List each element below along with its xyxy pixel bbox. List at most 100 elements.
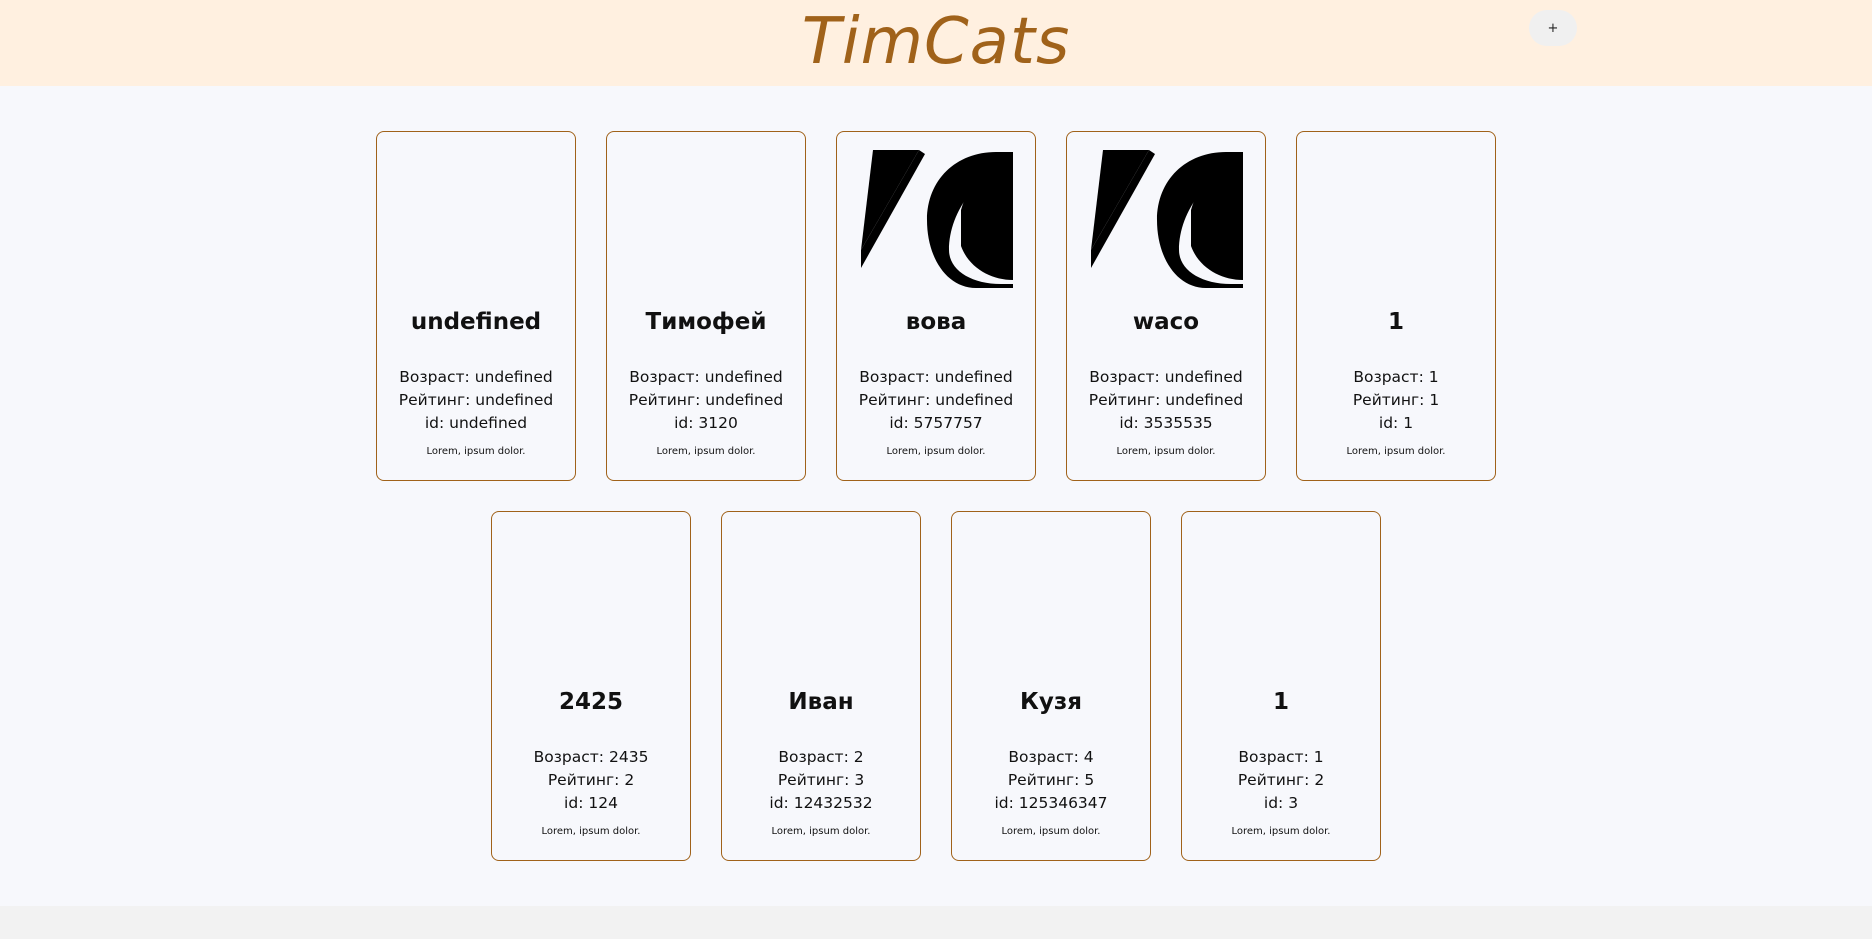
cat-rating-label: Рейтинг:	[858, 391, 931, 409]
cat-id-label: id:	[889, 414, 909, 432]
cat-age-label: Возраст:	[629, 368, 700, 386]
cat-name: 1	[1387, 309, 1404, 335]
cat-age-label: Возраст:	[399, 368, 470, 386]
cat-details: Возраст: 2 Рейтинг: 3 id: 12432532	[722, 746, 920, 815]
cat-id-value: 1	[1403, 414, 1414, 432]
cat-photo	[516, 530, 668, 668]
cat-name: undefined	[410, 309, 542, 335]
cat-age-value: undefined	[934, 368, 1013, 386]
cat-age-value: undefined	[704, 368, 783, 386]
cat-age-label: Возраст:	[778, 748, 849, 766]
cat-age-line: Возраст: 4	[952, 746, 1150, 769]
cat-age-line: Возраст: 2435	[492, 746, 690, 769]
site-header: TimCats +	[0, 0, 1872, 86]
cat-rating-label: Рейтинг:	[1088, 391, 1161, 409]
cat-card[interactable]: 2425 Возраст: 2435 Рейтинг: 2 id: 124 Lo…	[491, 511, 691, 861]
cat-rating-label: Рейтинг:	[1007, 771, 1080, 789]
cat-rating-label: Рейтинг:	[1352, 391, 1425, 409]
cat-age-line: Возраст: 1	[1182, 746, 1380, 769]
cat-id-line: id: 5757757	[837, 412, 1035, 435]
cat-photo	[1321, 150, 1473, 288]
cat-id-label: id:	[564, 794, 584, 812]
cat-age-label: Возраст:	[1008, 748, 1079, 766]
cat-id-line: id: 3	[1182, 792, 1380, 815]
cat-rating-value: undefined	[935, 391, 1014, 409]
cat-card[interactable]: 1 Возраст: 1 Рейтинг: 1 id: 1 Lorem, ips…	[1296, 131, 1496, 481]
cat-name: Иван	[788, 689, 854, 715]
cat-card[interactable]: waco Возраст: undefined Рейтинг: undefin…	[1066, 131, 1266, 481]
cat-age-value: 2	[853, 748, 864, 766]
cat-rating-label: Рейтинг:	[628, 391, 701, 409]
cat-id-value: 125346347	[1018, 794, 1108, 812]
cat-id-label: id:	[1378, 414, 1399, 432]
cat-photo	[401, 150, 553, 288]
cat-description: Lorem, ipsum dolor.	[1346, 446, 1446, 457]
cat-description: Lorem, ipsum dolor.	[1231, 826, 1331, 837]
cat-details: Возраст: undefined Рейтинг: undefined id…	[1067, 366, 1265, 435]
cat-details: Возраст: undefined Рейтинг: undefined id…	[837, 366, 1035, 435]
cat-name: waco	[1132, 309, 1200, 335]
cat-id-label: id:	[994, 794, 1014, 812]
cat-details: Возраст: 4 Рейтинг: 5 id: 125346347	[952, 746, 1150, 815]
cat-age-value: undefined	[474, 368, 553, 386]
cat-rating-label: Рейтинг:	[777, 771, 850, 789]
cat-age-value: 2435	[608, 748, 649, 766]
cat-id-value: 3535535	[1143, 414, 1213, 432]
cat-rating-line: Рейтинг: 1	[1297, 389, 1495, 412]
cat-age-label: Возраст:	[859, 368, 930, 386]
cat-id-label: id:	[1119, 414, 1139, 432]
cat-age-value: 1	[1428, 368, 1439, 386]
cat-card[interactable]: Тимофей Возраст: undefined Рейтинг: unde…	[606, 131, 806, 481]
cat-photo	[1206, 530, 1358, 668]
cat-age-line: Возраст: undefined	[377, 366, 575, 389]
cat-rating-value: 3	[854, 771, 865, 789]
cat-card[interactable]: Кузя Возраст: 4 Рейтинг: 5 id: 125346347…	[951, 511, 1151, 861]
cat-age-line: Возраст: undefined	[607, 366, 805, 389]
add-cat-button[interactable]: +	[1529, 10, 1577, 46]
cat-rating-value: 5	[1084, 771, 1095, 789]
cat-age-line: Возраст: 1	[1297, 366, 1495, 389]
cat-name: 2425	[558, 689, 623, 715]
cat-details: Возраст: undefined Рейтинг: undefined id…	[377, 366, 575, 435]
cat-rating-line: Рейтинг: undefined	[837, 389, 1035, 412]
cat-id-value: 5757757	[913, 414, 983, 432]
cat-card[interactable]: вова Возраст: undefined Рейтинг: undefin…	[836, 131, 1036, 481]
cat-description: Lorem, ipsum dolor.	[1116, 446, 1216, 457]
main-content: undefined Возраст: undefined Рейтинг: un…	[0, 86, 1872, 906]
cat-card[interactable]: undefined Возраст: undefined Рейтинг: un…	[376, 131, 576, 481]
cat-card[interactable]: Иван Возраст: 2 Рейтинг: 3 id: 12432532 …	[721, 511, 921, 861]
cat-id-line: id: 3535535	[1067, 412, 1265, 435]
cat-details: Возраст: 1 Рейтинг: 1 id: 1	[1297, 366, 1495, 435]
cat-id-label: id:	[424, 414, 445, 432]
cat-photo	[1091, 150, 1243, 288]
cat-id-value: 3120	[698, 414, 738, 432]
cat-rating-label: Рейтинг:	[398, 391, 471, 409]
site-logo[interactable]: TimCats	[0, 2, 1872, 82]
cat-id-value: 3	[1288, 794, 1299, 812]
cat-id-line: id: undefined	[377, 412, 575, 435]
cat-id-line: id: 3120	[607, 412, 805, 435]
cat-rating-value: undefined	[705, 391, 784, 409]
cat-name: вова	[905, 309, 967, 335]
cat-description: Lorem, ipsum dolor.	[1001, 826, 1101, 837]
cat-rating-line: Рейтинг: undefined	[607, 389, 805, 412]
cat-age-label: Возраст:	[1089, 368, 1160, 386]
cat-id-value: 12432532	[793, 794, 873, 812]
cat-rating-value: undefined	[1165, 391, 1244, 409]
cat-photo	[976, 530, 1128, 668]
cat-photo	[861, 150, 1013, 288]
cat-id-line: id: 12432532	[722, 792, 920, 815]
cat-id-value: undefined	[449, 414, 528, 432]
cat-id-line: id: 125346347	[952, 792, 1150, 815]
cat-description: Lorem, ipsum dolor.	[426, 446, 526, 457]
cat-details: Возраст: 1 Рейтинг: 2 id: 3	[1182, 746, 1380, 815]
cat-card[interactable]: 1 Возраст: 1 Рейтинг: 2 id: 3 Lorem, ips…	[1181, 511, 1381, 861]
cat-rating-line: Рейтинг: 2	[492, 769, 690, 792]
cat-rating-line: Рейтинг: 3	[722, 769, 920, 792]
cat-age-value: 4	[1083, 748, 1094, 766]
cat-description: Lorem, ipsum dolor.	[886, 446, 986, 457]
cat-name: Кузя	[1020, 689, 1082, 715]
cat-age-value: 1	[1313, 748, 1324, 766]
cat-id-label: id:	[1263, 794, 1284, 812]
cat-details: Возраст: undefined Рейтинг: undefined id…	[607, 366, 805, 435]
